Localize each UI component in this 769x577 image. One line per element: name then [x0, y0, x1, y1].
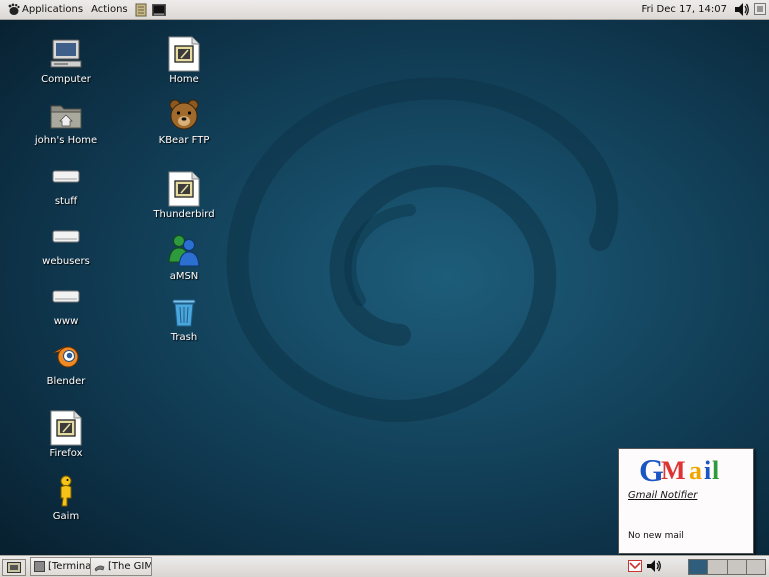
speaker-icon[interactable] — [646, 558, 662, 574]
workspace-4[interactable] — [746, 560, 765, 574]
workspace-2[interactable] — [708, 560, 728, 574]
show-desktop-button[interactable] — [2, 559, 26, 576]
computer-icon — [50, 39, 82, 68]
launcher-file-icon — [168, 171, 200, 207]
panel-menu-icon[interactable] — [754, 3, 766, 15]
desktop-icon-label: webusers — [42, 256, 90, 267]
desktop-icon-label: john's Home — [34, 135, 98, 146]
desktop-icon-label: www — [53, 316, 79, 327]
taskbar-button-label: [The GIMP] — [108, 561, 151, 572]
applications-menu[interactable]: Applications — [0, 0, 87, 19]
workspace-3[interactable] — [727, 560, 747, 574]
desktop-icon-thunderbird[interactable]: Thunderbird — [144, 171, 224, 220]
speaker-icon[interactable] — [734, 2, 750, 17]
desktop-icon-label: Thunderbird — [153, 209, 215, 220]
launcher-file-icon — [168, 36, 200, 72]
taskbar-button-terminal[interactable]: [Terminal] — [30, 557, 91, 576]
svg-text:a: a — [689, 456, 702, 485]
desktop-icon-amsn[interactable]: aMSN — [144, 233, 224, 282]
blender-icon — [52, 346, 79, 368]
gmail-notifier-popup[interactable]: G M a i l Gmail Notifier No new mail — [618, 448, 754, 554]
desktop-icon-trash[interactable]: Trash — [144, 294, 224, 343]
drive-icon — [52, 170, 80, 183]
drive-icon — [52, 290, 80, 303]
gmail-status-text: No new mail — [628, 531, 684, 541]
desktop-icon-computer[interactable]: Computer — [26, 36, 106, 85]
taskbar-button-gimp[interactable]: [The GIMP] — [90, 557, 152, 576]
desktop-screen: Applications Actions Fri Dec 17, 14:07 C… — [0, 0, 769, 577]
trash-icon — [172, 299, 196, 327]
workspace-1[interactable] — [689, 560, 709, 574]
desktop-icon-home[interactable]: Home — [144, 36, 224, 85]
actions-menu-label: Actions — [91, 4, 128, 15]
desktop-icon-label: Blender — [46, 376, 86, 387]
show-desktop-icon — [7, 562, 21, 573]
applications-menu-label: Applications — [22, 4, 84, 15]
desktop-icon-www[interactable]: www — [26, 278, 106, 327]
desktop-icon-stuff[interactable]: stuff — [26, 158, 106, 207]
msn-buddies-icon — [168, 235, 200, 267]
home-folder-icon — [50, 105, 82, 129]
desktop-icon-label: aMSN — [169, 271, 199, 282]
drive-icon — [52, 230, 80, 243]
taskbar-button-label: [Terminal] — [48, 561, 91, 572]
gmail-notifier-title[interactable]: Gmail Notifier — [628, 490, 697, 501]
desktop-icon-label: KBear FTP — [158, 135, 210, 146]
terminal-icon[interactable] — [151, 3, 166, 17]
gmail-logo: G M a i l — [639, 452, 719, 487]
desktop-icon-gaim[interactable]: Gaim — [26, 473, 106, 522]
desktop-icon-label: Gaim — [52, 511, 80, 522]
gnome-foot-icon — [8, 3, 20, 15]
gmail-tray-icon[interactable] — [628, 559, 642, 573]
bottom-panel: [Terminal] [The GIMP] — [0, 555, 769, 577]
gaim-icon — [60, 475, 72, 507]
desktop-icon-label: Computer — [41, 74, 91, 85]
launcher-file-icon — [50, 410, 82, 446]
desktop-icon-webusers[interactable]: webusers — [26, 218, 106, 267]
desktop-icon-label: Home — [169, 74, 199, 85]
desktop-icon-label: Trash — [170, 332, 198, 343]
top-panel: Applications Actions Fri Dec 17, 14:07 — [0, 0, 769, 20]
workspace-switcher[interactable] — [688, 559, 766, 575]
terminal-icon — [34, 561, 45, 572]
desktop-icon-label: stuff — [54, 196, 78, 207]
desktop-icon-blender[interactable]: Blender — [26, 338, 106, 387]
desktop-icon-johns-home[interactable]: john's Home — [26, 97, 106, 146]
desktop-icon-label: Firefox — [49, 448, 83, 459]
bear-icon — [169, 99, 199, 130]
desktop-icon-firefox[interactable]: Firefox — [26, 410, 106, 459]
desktop-icon-kbear-ftp[interactable]: KBear FTP — [144, 97, 224, 146]
svg-text:i: i — [704, 456, 711, 485]
gimp-icon — [94, 565, 105, 572]
notes-icon[interactable] — [134, 3, 148, 17]
svg-text:M: M — [661, 456, 686, 485]
clock[interactable]: Fri Dec 17, 14:07 — [641, 0, 727, 19]
svg-text:l: l — [712, 456, 719, 485]
actions-menu[interactable]: Actions — [87, 0, 132, 19]
